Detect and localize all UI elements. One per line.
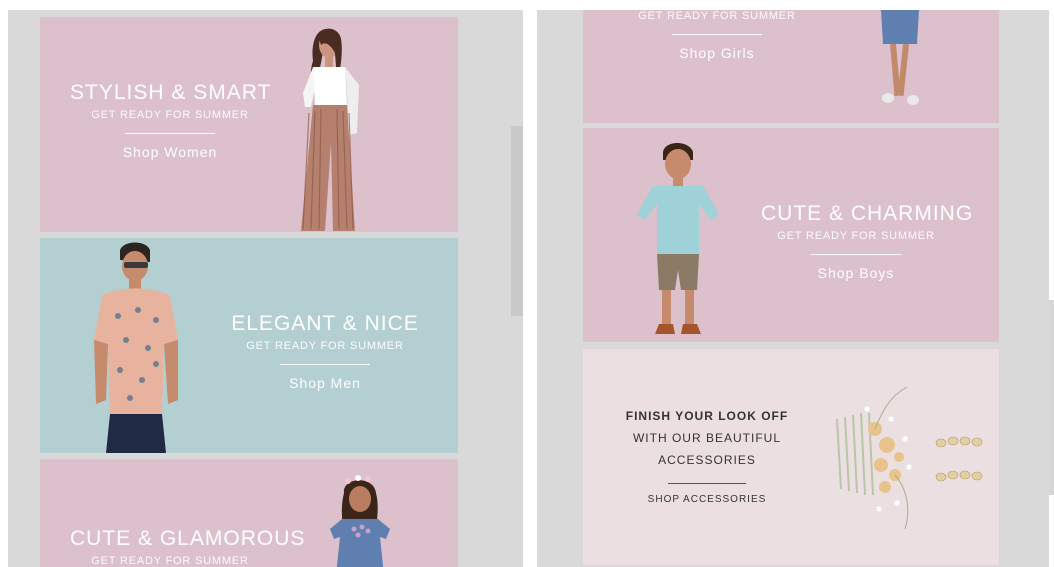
accessories-line-3: ACCESSORIES bbox=[658, 453, 756, 467]
banner-glamorous[interactable]: CUTE & GLAMOROUS GET READY FOR SUMMER bbox=[40, 459, 458, 567]
banner-title: CUTE & CHARMING bbox=[761, 202, 974, 225]
divider bbox=[672, 34, 762, 35]
banner-subtitle: GET READY FOR SUMMER bbox=[777, 230, 935, 242]
banner-subtitle: GET READY FOR SUMMER bbox=[246, 340, 404, 352]
hair-comb-image bbox=[836, 386, 913, 530]
banner-title: ELEGANT & NICE bbox=[231, 312, 419, 335]
earrings-image bbox=[935, 436, 983, 482]
banner-subtitle: GET READY FOR SUMMER bbox=[91, 555, 249, 567]
divider bbox=[125, 133, 215, 134]
model-girl-legs-image bbox=[881, 10, 919, 105]
banner-women[interactable]: STYLISH & SMART GET READY FOR SUMMER Sho… bbox=[40, 17, 458, 232]
banner-title: CUTE & GLAMOROUS bbox=[70, 527, 306, 550]
divider bbox=[811, 254, 901, 255]
scrollbar-thumb[interactable] bbox=[511, 126, 523, 316]
banner-glamorous-text: CUTE & GLAMOROUS GET READY FOR SUMMER bbox=[70, 527, 306, 567]
shop-boys-link[interactable]: Shop Boys bbox=[761, 265, 951, 281]
shop-men-link[interactable]: Shop Men bbox=[230, 375, 420, 391]
accessories-line-2: WITH OUR BEAUTIFUL bbox=[632, 431, 781, 445]
divider bbox=[280, 364, 370, 365]
banner-title: STYLISH & SMART bbox=[70, 81, 272, 104]
shop-women-link[interactable]: Shop Women bbox=[70, 144, 270, 160]
divider bbox=[668, 483, 746, 484]
left-pane: STYLISH & SMART GET READY FOR SUMMER Sho… bbox=[8, 10, 523, 567]
shop-girls-link[interactable]: Shop Girls bbox=[623, 45, 811, 61]
model-woman-image bbox=[301, 28, 359, 231]
banner-girls-text: GET READY FOR SUMMER Shop Girls bbox=[623, 10, 811, 61]
banner-accessories[interactable]: FINISH YOUR LOOK OFF WITH OUR BEAUTIFUL … bbox=[583, 349, 999, 565]
banner-subtitle: GET READY FOR SUMMER bbox=[91, 109, 249, 121]
model-girl-image bbox=[330, 475, 390, 567]
shop-accessories-link[interactable]: SHOP ACCESSORIES bbox=[613, 494, 801, 505]
accessories-text: FINISH YOUR LOOK OFF WITH OUR BEAUTIFUL … bbox=[613, 405, 801, 505]
banner-women-text: STYLISH & SMART GET READY FOR SUMMER Sho… bbox=[70, 81, 270, 160]
banner-men-text: ELEGANT & NICE GET READY FOR SUMMER Shop… bbox=[230, 312, 420, 391]
banner-boys[interactable]: CUTE & CHARMING GET READY FOR SUMMER Sho… bbox=[583, 128, 999, 342]
right-pane: GET READY FOR SUMMER Shop Girls CUTE & C… bbox=[537, 10, 1049, 567]
banner-girls[interactable]: GET READY FOR SUMMER Shop Girls bbox=[583, 10, 999, 123]
banner-boys-text: CUTE & CHARMING GET READY FOR SUMMER Sho… bbox=[761, 202, 974, 281]
accessories-line-1: FINISH YOUR LOOK OFF bbox=[625, 409, 789, 423]
model-man-image bbox=[94, 242, 178, 453]
banner-subtitle: GET READY FOR SUMMER bbox=[638, 10, 796, 22]
banner-men[interactable]: ELEGANT & NICE GET READY FOR SUMMER Shop… bbox=[40, 238, 458, 453]
page-edge bbox=[1049, 300, 1054, 495]
model-boy-image bbox=[637, 143, 719, 334]
